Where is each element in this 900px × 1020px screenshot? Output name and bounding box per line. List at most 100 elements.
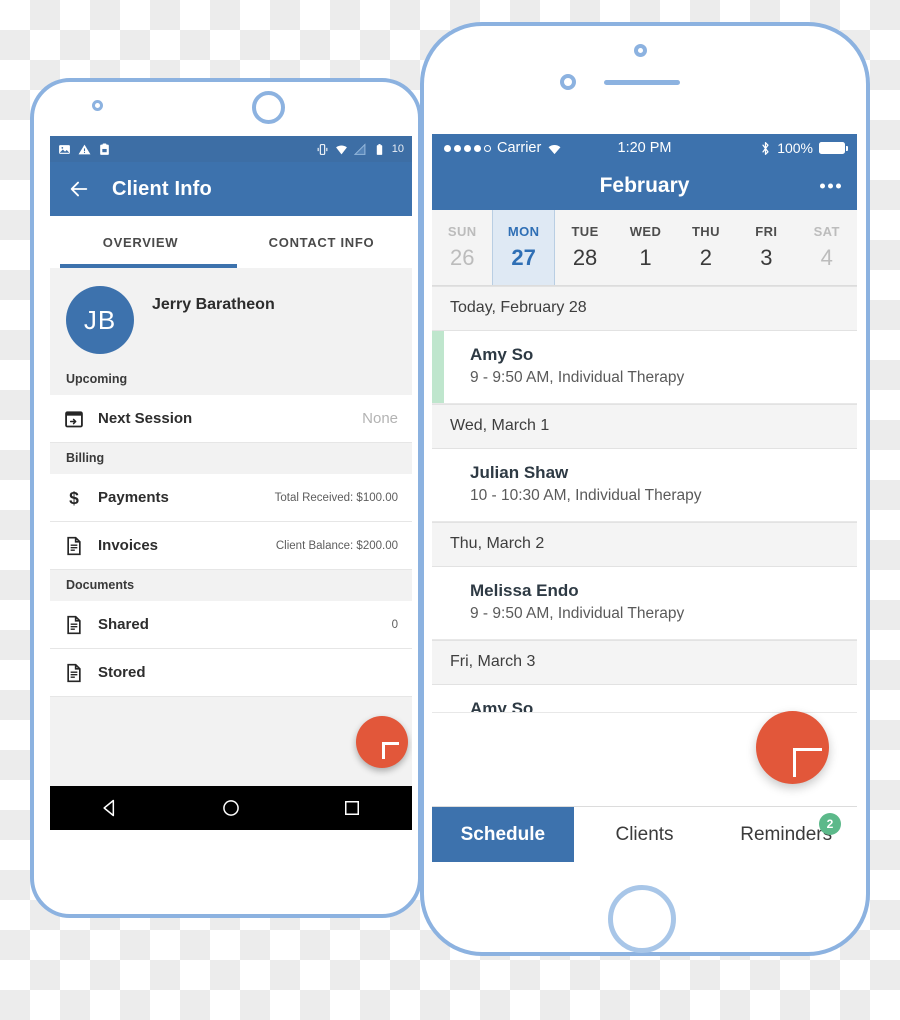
list-bottom-filler	[50, 697, 412, 733]
document-icon	[67, 536, 81, 555]
section-header-billing: Billing	[50, 443, 412, 474]
iphone-screen: Carrier 1:20 PM 100% February SUN 26 MON…	[432, 134, 857, 862]
day-name: TUE	[571, 224, 599, 239]
list-item-value: Client Balance: $200.00	[275, 539, 398, 552]
list-item-label: Payments	[98, 489, 169, 506]
client-profile-header: JB Jerry Baratheon	[50, 268, 412, 364]
battery-icon	[819, 142, 848, 154]
calendar-icon	[65, 410, 83, 427]
list-item-label: Invoices	[98, 537, 159, 554]
back-arrow-icon[interactable]	[68, 178, 90, 200]
android-page-title: Client Info	[112, 177, 212, 200]
iphone-proximity-sensor-icon	[560, 74, 576, 90]
android-app-bar: Client Info	[50, 162, 412, 216]
tab-reminders[interactable]: Reminders 2	[715, 807, 857, 862]
android-content: JB Jerry Baratheon Upcoming Next Session…	[50, 268, 412, 733]
clipboard-icon	[100, 143, 109, 155]
iphone-home-button[interactable]	[608, 885, 676, 953]
add-appointment-button[interactable]	[756, 711, 829, 784]
day-cell-sun[interactable]: SUN 26	[432, 210, 492, 285]
appointment-client-name: Julian Shaw	[470, 463, 569, 482]
day-number: 27	[511, 245, 536, 270]
appointment-accent-bar	[432, 331, 444, 403]
day-name: MON	[507, 224, 540, 239]
section-header-upcoming: Upcoming	[50, 364, 412, 395]
battery-percent-label: 100%	[777, 140, 813, 156]
appointment-client-name: Melissa Endo	[470, 581, 579, 600]
day-name: FRI	[755, 224, 778, 239]
list-item-label: Shared	[98, 616, 149, 633]
iphone-earpiece-speaker-icon	[604, 80, 680, 85]
appointment-row[interactable]: Amy So 9 - 9:50 AM, Individual Therapy	[432, 331, 857, 404]
appointment-row[interactable]: Melissa Endo 9 - 9:50 AM, Individual The…	[432, 567, 857, 640]
week-day-selector: SUN 26 MON 27 TUE 28 WED 1 THU 2 FRI 3 S…	[432, 210, 857, 286]
appointment-row[interactable]: Amy So	[432, 685, 857, 713]
page-title: February	[599, 174, 690, 197]
list-item-value: 0	[391, 618, 398, 631]
more-options-icon[interactable]	[820, 183, 841, 189]
android-tab-row: OVERVIEW CONTACT INFO	[50, 216, 412, 268]
signal-strength-icon	[444, 144, 491, 152]
tab-clients[interactable]: Clients	[574, 807, 716, 862]
day-cell-sat[interactable]: SAT 4	[797, 210, 857, 285]
date-header-wed: Wed, March 1	[432, 404, 857, 449]
circle-home-icon[interactable]	[221, 798, 241, 818]
day-cell-tue[interactable]: TUE 28	[555, 210, 615, 285]
vibrate-icon	[317, 143, 328, 155]
date-header-thu: Thu, March 2	[432, 522, 857, 567]
android-status-right-icons: 10	[316, 142, 404, 156]
list-item-next-session[interactable]: Next Session None	[50, 395, 412, 443]
active-tab-underline	[60, 264, 237, 268]
appointment-detail: 10 - 10:30 AM, Individual Therapy	[470, 487, 702, 504]
svg-text:$: $	[69, 488, 79, 508]
document-icon	[67, 615, 81, 634]
android-status-bar: 10	[50, 136, 412, 162]
iphone-status-right: 100%	[760, 140, 848, 156]
android-front-camera-icon	[92, 100, 103, 111]
add-button[interactable]	[356, 716, 408, 768]
day-number: 26	[449, 245, 475, 270]
list-item-shared[interactable]: Shared 0	[50, 601, 412, 649]
day-number: 4	[820, 245, 833, 270]
day-number: 2	[699, 245, 713, 270]
signal-icon	[353, 142, 366, 155]
document-icon	[67, 663, 81, 682]
android-screen: 10 Client Info OVERVIEW CONTACT INFO JB …	[50, 136, 412, 830]
list-item-stored[interactable]: Stored	[50, 649, 412, 697]
day-name: THU	[691, 224, 720, 239]
section-header-documents: Documents	[50, 570, 412, 601]
avatar: JB	[66, 286, 134, 354]
list-item-payments[interactable]: $ Payments Total Received: $100.00	[50, 474, 412, 522]
tab-contact-info[interactable]: CONTACT INFO	[231, 216, 412, 268]
iphone-signal-and-carrier: Carrier	[444, 140, 562, 156]
appointment-detail: 9 - 9:50 AM, Individual Therapy	[470, 369, 685, 386]
iphone-tab-bar: Schedule Clients Reminders 2	[432, 806, 857, 862]
iphone-status-bar: Carrier 1:20 PM 100%	[432, 134, 857, 162]
client-name: Jerry Baratheon	[152, 296, 275, 313]
day-cell-wed[interactable]: WED 1	[615, 210, 675, 285]
list-item-value: None	[362, 410, 398, 427]
list-item-invoices[interactable]: Invoices Client Balance: $200.00	[50, 522, 412, 570]
iphone-nav-bar: February	[432, 162, 857, 210]
appointment-row[interactable]: Julian Shaw 10 - 10:30 AM, Individual Th…	[432, 449, 857, 522]
square-recents-icon[interactable]	[342, 798, 362, 818]
android-battery-text: 10	[391, 143, 404, 155]
triangle-back-icon[interactable]	[100, 798, 120, 818]
schedule-list: Today, February 28 Amy So 9 - 9:50 AM, I…	[432, 286, 857, 713]
day-cell-fri[interactable]: FRI 3	[736, 210, 796, 285]
android-nav-bar	[50, 786, 412, 830]
dollar-icon: $	[69, 488, 79, 508]
tab-overview[interactable]: OVERVIEW	[50, 216, 231, 268]
day-number: 28	[572, 245, 598, 270]
day-cell-thu[interactable]: THU 2	[676, 210, 736, 285]
status-badge: 2	[819, 813, 842, 835]
day-name: WED	[629, 224, 662, 239]
tab-schedule[interactable]: Schedule	[432, 807, 574, 862]
appointment-client-name: Amy So	[470, 345, 534, 364]
iphone-front-camera-icon	[634, 44, 647, 57]
battery-icon	[376, 143, 382, 155]
list-item-value: Total Received: $100.00	[274, 491, 398, 504]
android-speaker-ring-icon	[252, 91, 285, 124]
android-status-left-icons	[58, 143, 111, 156]
day-cell-mon[interactable]: MON 27	[492, 210, 555, 285]
